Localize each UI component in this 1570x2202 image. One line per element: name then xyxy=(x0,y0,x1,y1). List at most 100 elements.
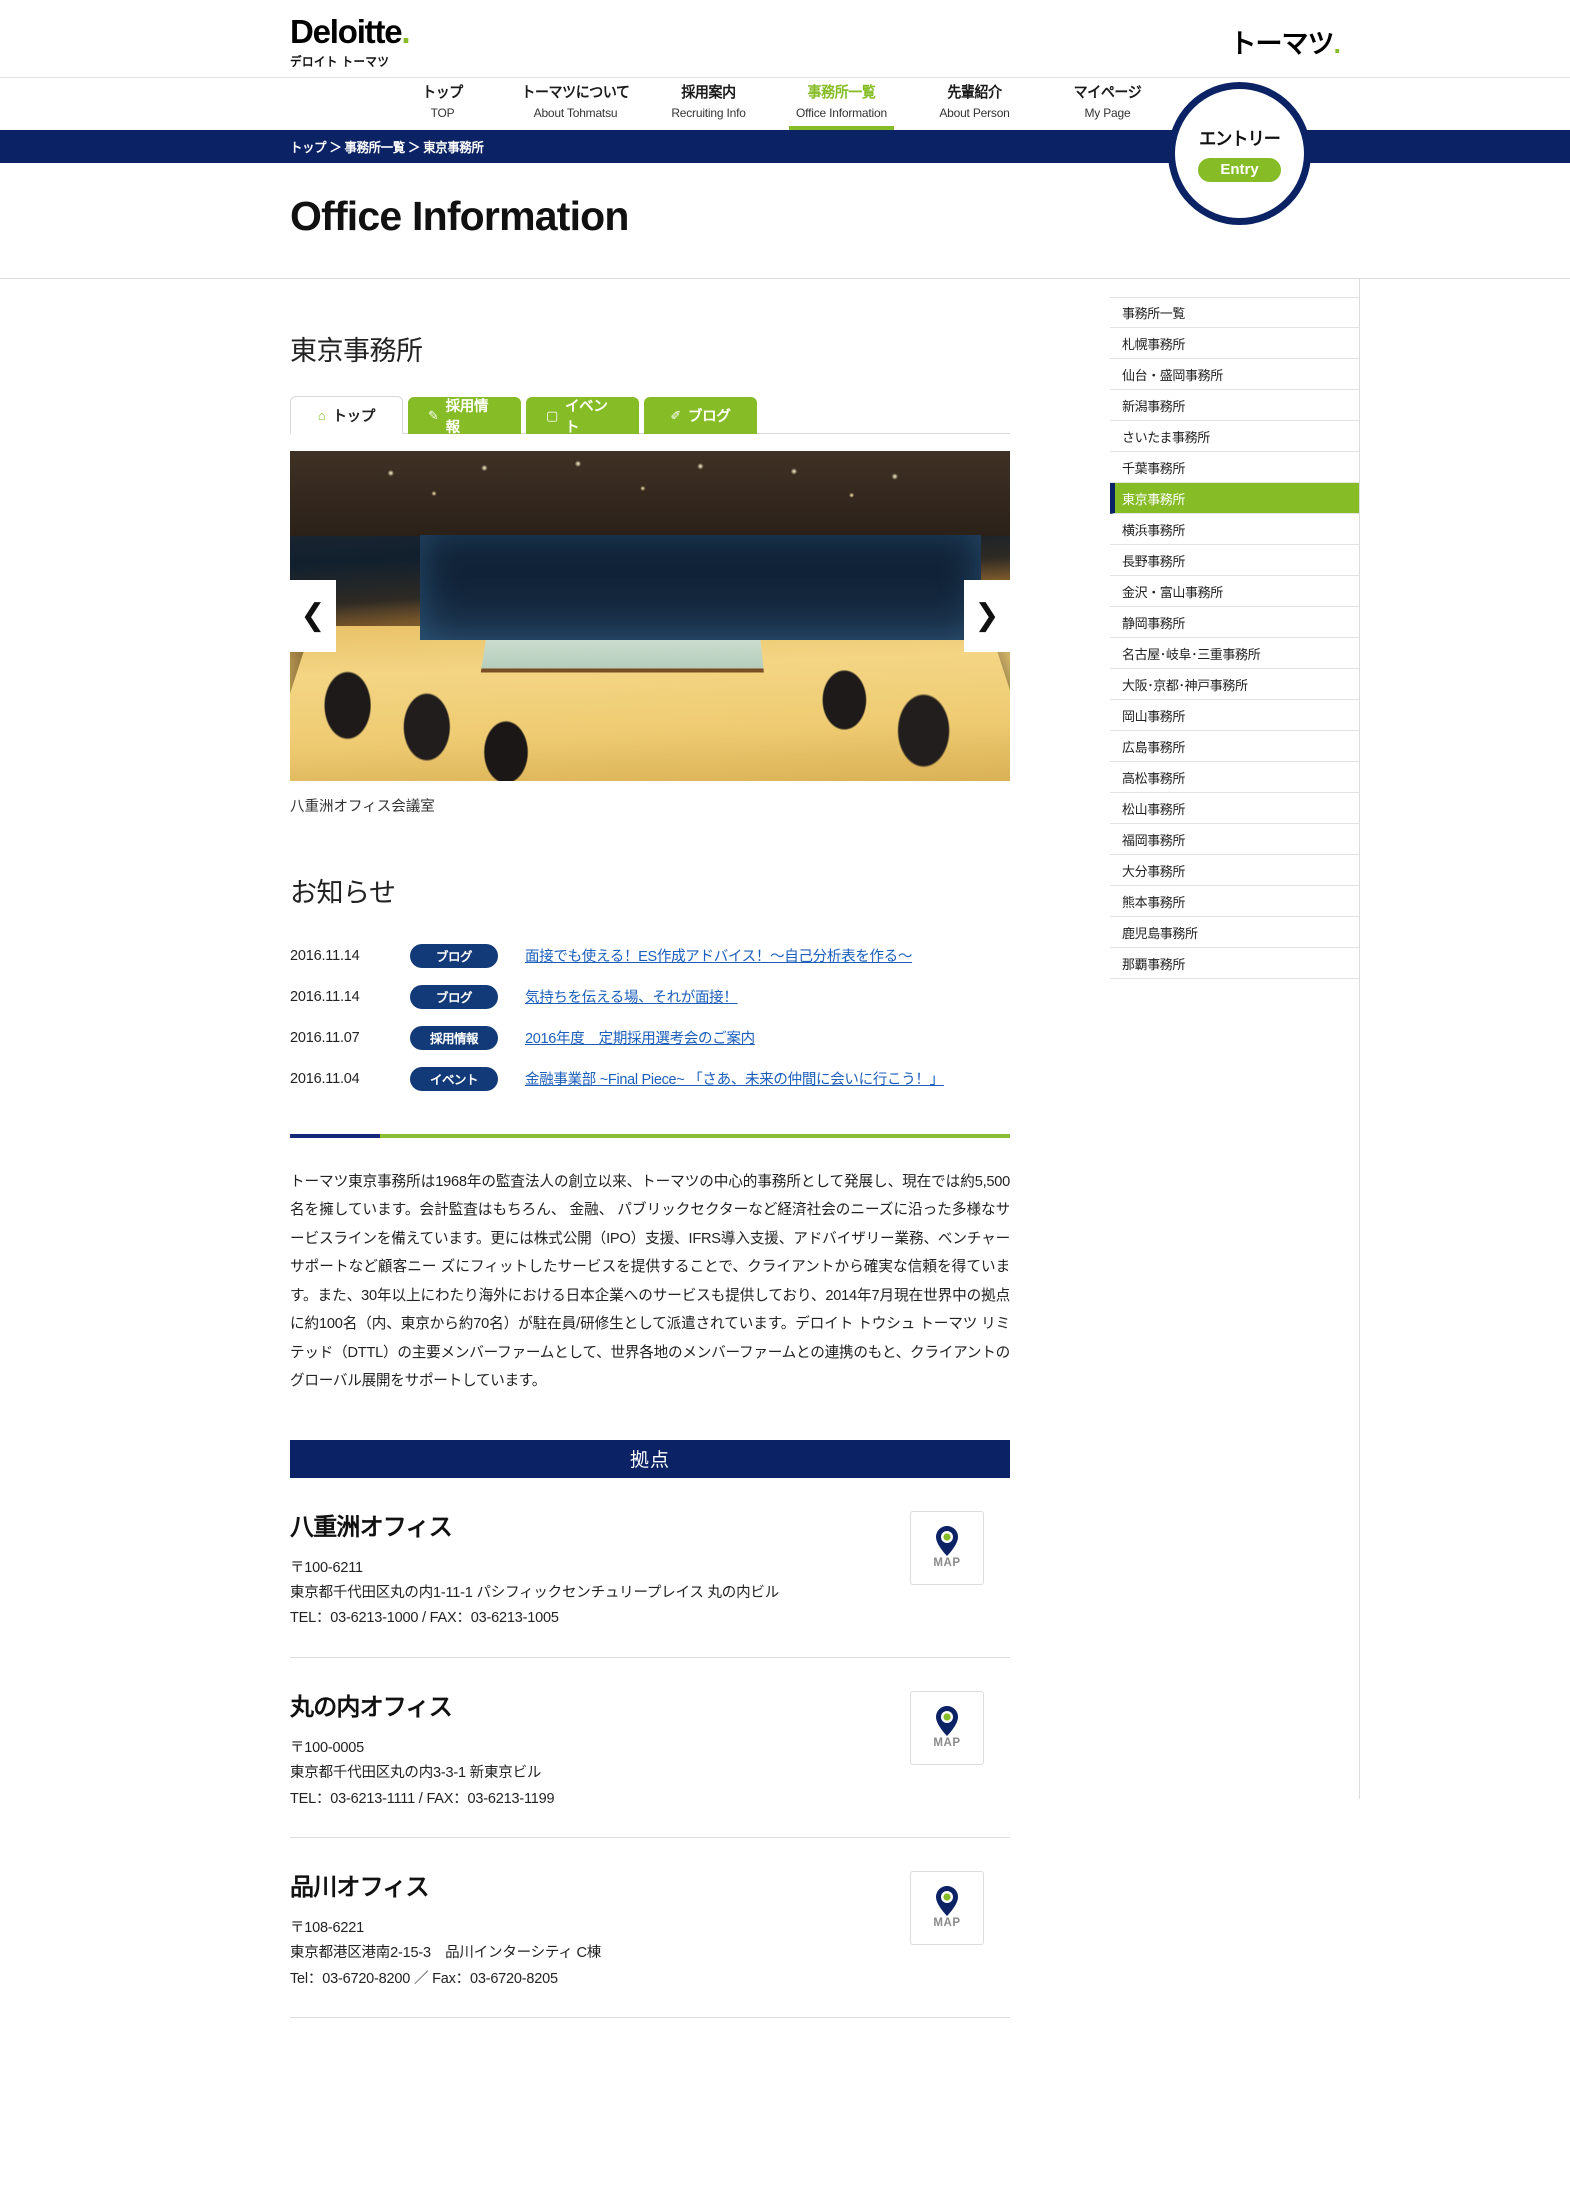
map-button[interactable]: MAP xyxy=(910,1510,984,1585)
global-navigation: トップ TOP トーマツについて About Tohmatsu 採用案内 Recruiti… xyxy=(0,78,1570,130)
sidebar-item-8[interactable]: 長野事務所 xyxy=(1110,545,1359,576)
sidebar-item-label: 千葉事務所 xyxy=(1122,460,1186,476)
sidebar-item-15[interactable]: 高松事務所 xyxy=(1110,762,1359,793)
sidebar-item-16[interactable]: 松山事務所 xyxy=(1110,793,1359,824)
news-date: 2016.11.14 xyxy=(290,988,360,1005)
gnav-label-ja: トーマツについて xyxy=(521,84,630,101)
deloitte-logo-sub: デロイト トーマツ xyxy=(290,55,390,69)
carousel-prev-button[interactable]: ❮ xyxy=(290,580,336,652)
news-category-badge: 採用情報 xyxy=(410,1025,498,1050)
sidebar-item-label: 大分事務所 xyxy=(1122,863,1186,879)
gnav-item-about-tohmatsu[interactable]: トーマツについて About Tohmatsu xyxy=(509,78,642,130)
section-divider xyxy=(290,1134,1010,1138)
sidebar-item-14[interactable]: 広島事務所 xyxy=(1110,731,1359,762)
divider-green-segment xyxy=(380,1134,1010,1138)
tohmatsu-logo[interactable]: トーマツ. xyxy=(1229,22,1340,61)
gnav-label-en: About Tohmatsu xyxy=(533,105,618,120)
sidebar-item-label: 事務所一覧 xyxy=(1122,306,1186,321)
photo-caption: 八重洲オフィス会議室 xyxy=(290,799,435,815)
gnav-label-ja: 採用案内 xyxy=(681,84,736,101)
news-title-link[interactable]: 2016年度 定期採用選考会のご案内 xyxy=(525,1027,755,1048)
news-item: 2016.11.14 ブログ 面接でも使える！ES作成アドバイス！〜自己分析表を作る… xyxy=(290,938,1100,973)
map-button[interactable]: MAP xyxy=(910,1690,984,1765)
sidebar-item-3[interactable]: 新潟事務所 xyxy=(1110,390,1359,421)
news-title-link[interactable]: 気持ちを伝える場、それが面接！ xyxy=(525,986,738,1007)
sidebar-item-6[interactable]: 東京事務所 xyxy=(1110,483,1359,514)
map-pin-icon xyxy=(936,1706,958,1737)
gnav-item-recruiting-info[interactable]: 採用案内 Recruiting Info xyxy=(642,78,775,130)
tab-pencil-square[interactable]: ✎ 採用情報 xyxy=(408,397,521,436)
sidebar-item-label: 岡山事務所 xyxy=(1122,708,1186,724)
office-tabs: ⌂ トップ ✎ 採用情報 ▢ イベント ✐ ブログ xyxy=(290,396,1100,436)
map-button-label: MAP xyxy=(933,1557,961,1570)
deloitte-logo[interactable]: Deloitte. デロイト トーマツ xyxy=(290,13,411,70)
breadcrumb-bar: トップ ＞ 事務所一覧 ＞ 東京事務所 xyxy=(0,130,1570,163)
sidebar-item-label: 広島事務所 xyxy=(1122,739,1186,755)
gnav-label-en: Recruiting Info xyxy=(671,105,746,120)
logo-green-dot: . xyxy=(401,13,410,50)
sidebar-item-17[interactable]: 福岡事務所 xyxy=(1110,824,1359,855)
logo-main-text: Deloitte xyxy=(290,13,403,50)
sidebar-item-12[interactable]: 大阪･京都･神戸事務所 xyxy=(1110,669,1359,700)
news-category-badge: ブログ xyxy=(410,943,498,968)
gnav-item-about-person[interactable]: 先輩紹介 About Person xyxy=(908,78,1041,130)
sidebar-item-4[interactable]: さいたま事務所 xyxy=(1110,421,1359,452)
main-content: 東京事務所 ⌂ トップ ✎ 採用情報 ▢ イベント ✐ ブログ ❮ ❯ 八重洲オフィス会議室 … xyxy=(0,279,1100,2018)
news-list: 2016.11.14 ブログ 面接でも使える！ES作成アドバイス！〜自己分析表を作る… xyxy=(290,938,1100,1096)
sidebar-item-20[interactable]: 鹿児島事務所 xyxy=(1110,917,1359,948)
office-postal: 〒100-0005 xyxy=(290,1739,364,1756)
sidebar-item-label: 福岡事務所 xyxy=(1122,832,1186,848)
news-date: 2016.11.14 xyxy=(290,947,360,964)
sidebar-item-21[interactable]: 那覇事務所 xyxy=(1110,948,1359,979)
sidebar-item-label: 大阪･京都･神戸事務所 xyxy=(1122,677,1248,693)
office-address: 東京都港区港南2-15-3 品川インターシティ C棟 xyxy=(290,1945,602,1962)
photo-carousel[interactable]: ❮ ❯ xyxy=(290,451,1010,781)
sidebar-item-7[interactable]: 横浜事務所 xyxy=(1110,514,1359,545)
sidebar-item-11[interactable]: 名古屋･岐阜･三重事務所 xyxy=(1110,638,1359,669)
sidebar-item-9[interactable]: 金沢・富山事務所 xyxy=(1110,576,1359,607)
tab-home[interactable]: ⌂ トップ xyxy=(290,396,403,434)
sidebar-item-label: 横浜事務所 xyxy=(1122,522,1186,538)
sidebar-item-0[interactable]: 事務所一覧 xyxy=(1110,297,1359,328)
office-entry: 品川オフィス 〒108-6221 東京都港区港南2-15-3 品川インターシティ C… xyxy=(290,1838,1010,2018)
sidebar-item-label: 那覇事務所 xyxy=(1122,956,1186,972)
news-item: 2016.11.14 ブログ 気持ちを伝える場、それが面接！ xyxy=(290,979,1100,1014)
office-address: 東京都千代田区丸の内3-3-1 新東京ビル xyxy=(290,1765,542,1782)
office-postal: 〒100-6211 xyxy=(290,1559,363,1576)
sidebar-item-10[interactable]: 静岡事務所 xyxy=(1110,607,1359,638)
deloitte-wordmark: Deloitte. xyxy=(290,13,411,50)
sidebar-item-13[interactable]: 岡山事務所 xyxy=(1110,700,1359,731)
news-title-link[interactable]: 面接でも使える！ES作成アドバイス！〜自己分析表を作る〜 xyxy=(525,945,912,966)
sidebar-item-2[interactable]: 仙台・盛岡事務所 xyxy=(1110,359,1359,390)
entry-button[interactable]: エントリー Entry xyxy=(1168,82,1311,225)
sidebar-item-label: 金沢・富山事務所 xyxy=(1122,584,1223,600)
sidebar-item-5[interactable]: 千葉事務所 xyxy=(1110,452,1359,483)
map-pin-icon xyxy=(936,1886,958,1917)
sidebar-item-label: さいたま事務所 xyxy=(1122,429,1210,445)
gnav-item-top[interactable]: トップ TOP xyxy=(376,78,509,130)
carousel-next-button[interactable]: ❯ xyxy=(964,580,1010,652)
sidebar-item-1[interactable]: 札幌事務所 xyxy=(1110,328,1359,359)
tab-calendar[interactable]: ▢ イベント xyxy=(526,397,639,436)
map-button[interactable]: MAP xyxy=(910,1870,984,1945)
calendar-icon: ▢ xyxy=(546,408,558,423)
gnav-item-office-information[interactable]: 事務所一覧 Office Information xyxy=(775,78,908,130)
gnav-label-ja: 先輩紹介 xyxy=(947,84,1002,101)
breadcrumb[interactable]: トップ ＞ 事務所一覧 ＞ 東京事務所 xyxy=(290,137,484,156)
news-title-link[interactable]: 金融事業部 ~Final Piece~ 「さあ、未来の仲間に会いに行こう！」 xyxy=(525,1068,944,1089)
news-heading: お知らせ xyxy=(290,878,396,908)
home-icon: ⌂ xyxy=(317,407,326,423)
map-button-label: MAP xyxy=(933,1917,961,1930)
sidebar-item-18[interactable]: 大分事務所 xyxy=(1110,855,1359,886)
tab-pen[interactable]: ✐ ブログ xyxy=(644,397,757,434)
news-category-badge: イベント xyxy=(410,1066,498,1091)
site-header: Deloitte. デロイト トーマツ トーマツ. xyxy=(0,0,1570,78)
office-sidebar: 事務所一覧札幌事務所仙台・盛岡事務所新潟事務所さいたま事務所 千葉事務所東京事務所… xyxy=(1110,279,1360,1799)
office-entry: 八重洲オフィス 〒100-6211 東京都千代田区丸の内1-11-1 パシフィックセ… xyxy=(290,1478,1010,1658)
sidebar-item-label: 仙台・盛岡事務所 xyxy=(1122,367,1223,383)
office-heading: 東京事務所 xyxy=(290,336,423,366)
sidebar-item-19[interactable]: 熊本事務所 xyxy=(1110,886,1359,917)
news-item: 2016.11.04 イベント 金融事業部 ~Final Piece~ 「さあ、未来… xyxy=(290,1061,1100,1096)
gnav-item-my-page[interactable]: マイページ My Page xyxy=(1041,78,1174,130)
news-item: 2016.11.07 採用情報 2016年度 定期採用選考会のご案内 xyxy=(290,1020,1100,1055)
